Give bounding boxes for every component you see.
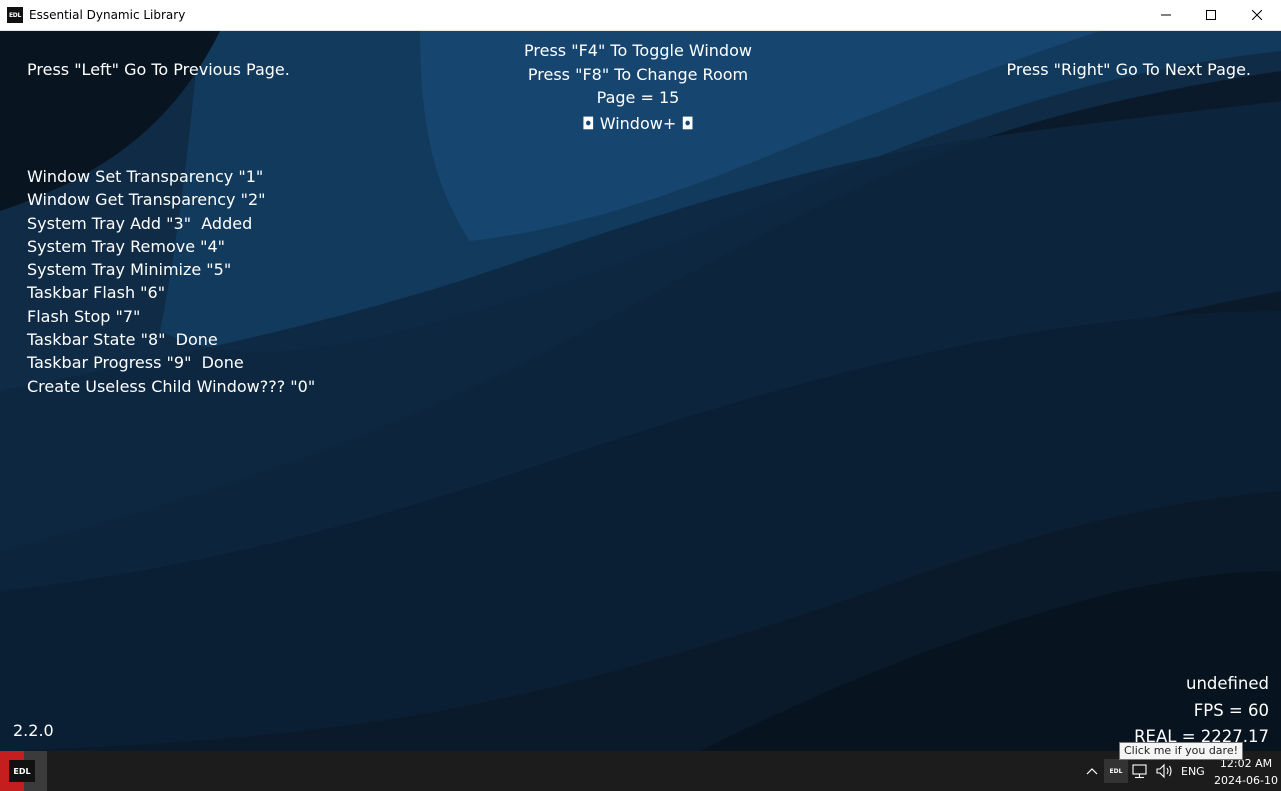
menu-item: System Tray Add "3" Added [27, 213, 253, 233]
change-room-hint: Press "F8" To Change Room [527, 64, 749, 84]
toggle-window-hint: Press "F4" To Toggle Window [524, 41, 752, 60]
tray-tooltip: Click me if you dare! [1119, 742, 1244, 760]
version-label: 2.2.0 [13, 721, 54, 740]
menu-item: Flash Stop "7" [27, 306, 141, 326]
maximize-icon [1206, 10, 1216, 20]
volume-icon[interactable] [1155, 763, 1175, 779]
menu-item: Create Useless Child Window??? "0" [27, 376, 316, 396]
menu-item: System Tray Minimize "5" [27, 260, 232, 280]
language-indicator[interactable]: ENG [1181, 765, 1205, 778]
app-logo-icon: EDL [7, 7, 23, 23]
section-title: ◘ Window+ ◘ [582, 113, 694, 133]
feature-menu: Window Set Transparency "1" Window Get T… [27, 165, 315, 398]
menu-item: Taskbar State "8" Done [27, 330, 218, 350]
close-icon [1252, 10, 1262, 20]
menu-item: Taskbar Progress "9" Done [27, 353, 244, 373]
network-icon[interactable] [1131, 763, 1149, 779]
maximize-button[interactable] [1188, 0, 1234, 30]
menu-item: System Tray Remove "4" [27, 236, 226, 256]
minimize-icon [1161, 14, 1171, 16]
taskbar: EDL EDL ENG 12:02 AM 2024-06-10 [0, 751, 1281, 791]
stats-panel: undefined FPS = 60 REAL = 2227.17 [1134, 671, 1269, 751]
chevron-up-icon[interactable] [1084, 763, 1100, 779]
title-bar[interactable]: EDL Essential Dynamic Library [0, 0, 1281, 31]
close-button[interactable] [1234, 0, 1280, 30]
clock[interactable]: 12:02 AM 2024-06-10 [1214, 755, 1278, 789]
menu-item: Window Get Transparency "2" [27, 190, 266, 210]
page-number: Page = 15 [596, 88, 680, 107]
menu-item: Window Set Transparency "1" [27, 167, 264, 186]
tray-logo-text: EDL [1109, 767, 1123, 775]
window-title: Essential Dynamic Library [29, 8, 186, 22]
menu-item: Taskbar Flash "6" [27, 283, 166, 303]
taskbar-app-button[interactable]: EDL [0, 751, 47, 791]
clock-date: 2024-06-10 [1214, 774, 1278, 787]
game-viewport[interactable]: Press "Left" Go To Previous Page. Press … [0, 31, 1281, 751]
status-text: undefined [1185, 674, 1269, 693]
minimize-button[interactable] [1143, 0, 1189, 30]
fps-counter: FPS = 60 [1193, 700, 1269, 720]
tray-app-icon[interactable]: EDL [1104, 759, 1128, 783]
app-logo-icon: EDL [9, 760, 35, 782]
header-info: Press "F4" To Toggle Window Press "F8" T… [0, 39, 1276, 135]
